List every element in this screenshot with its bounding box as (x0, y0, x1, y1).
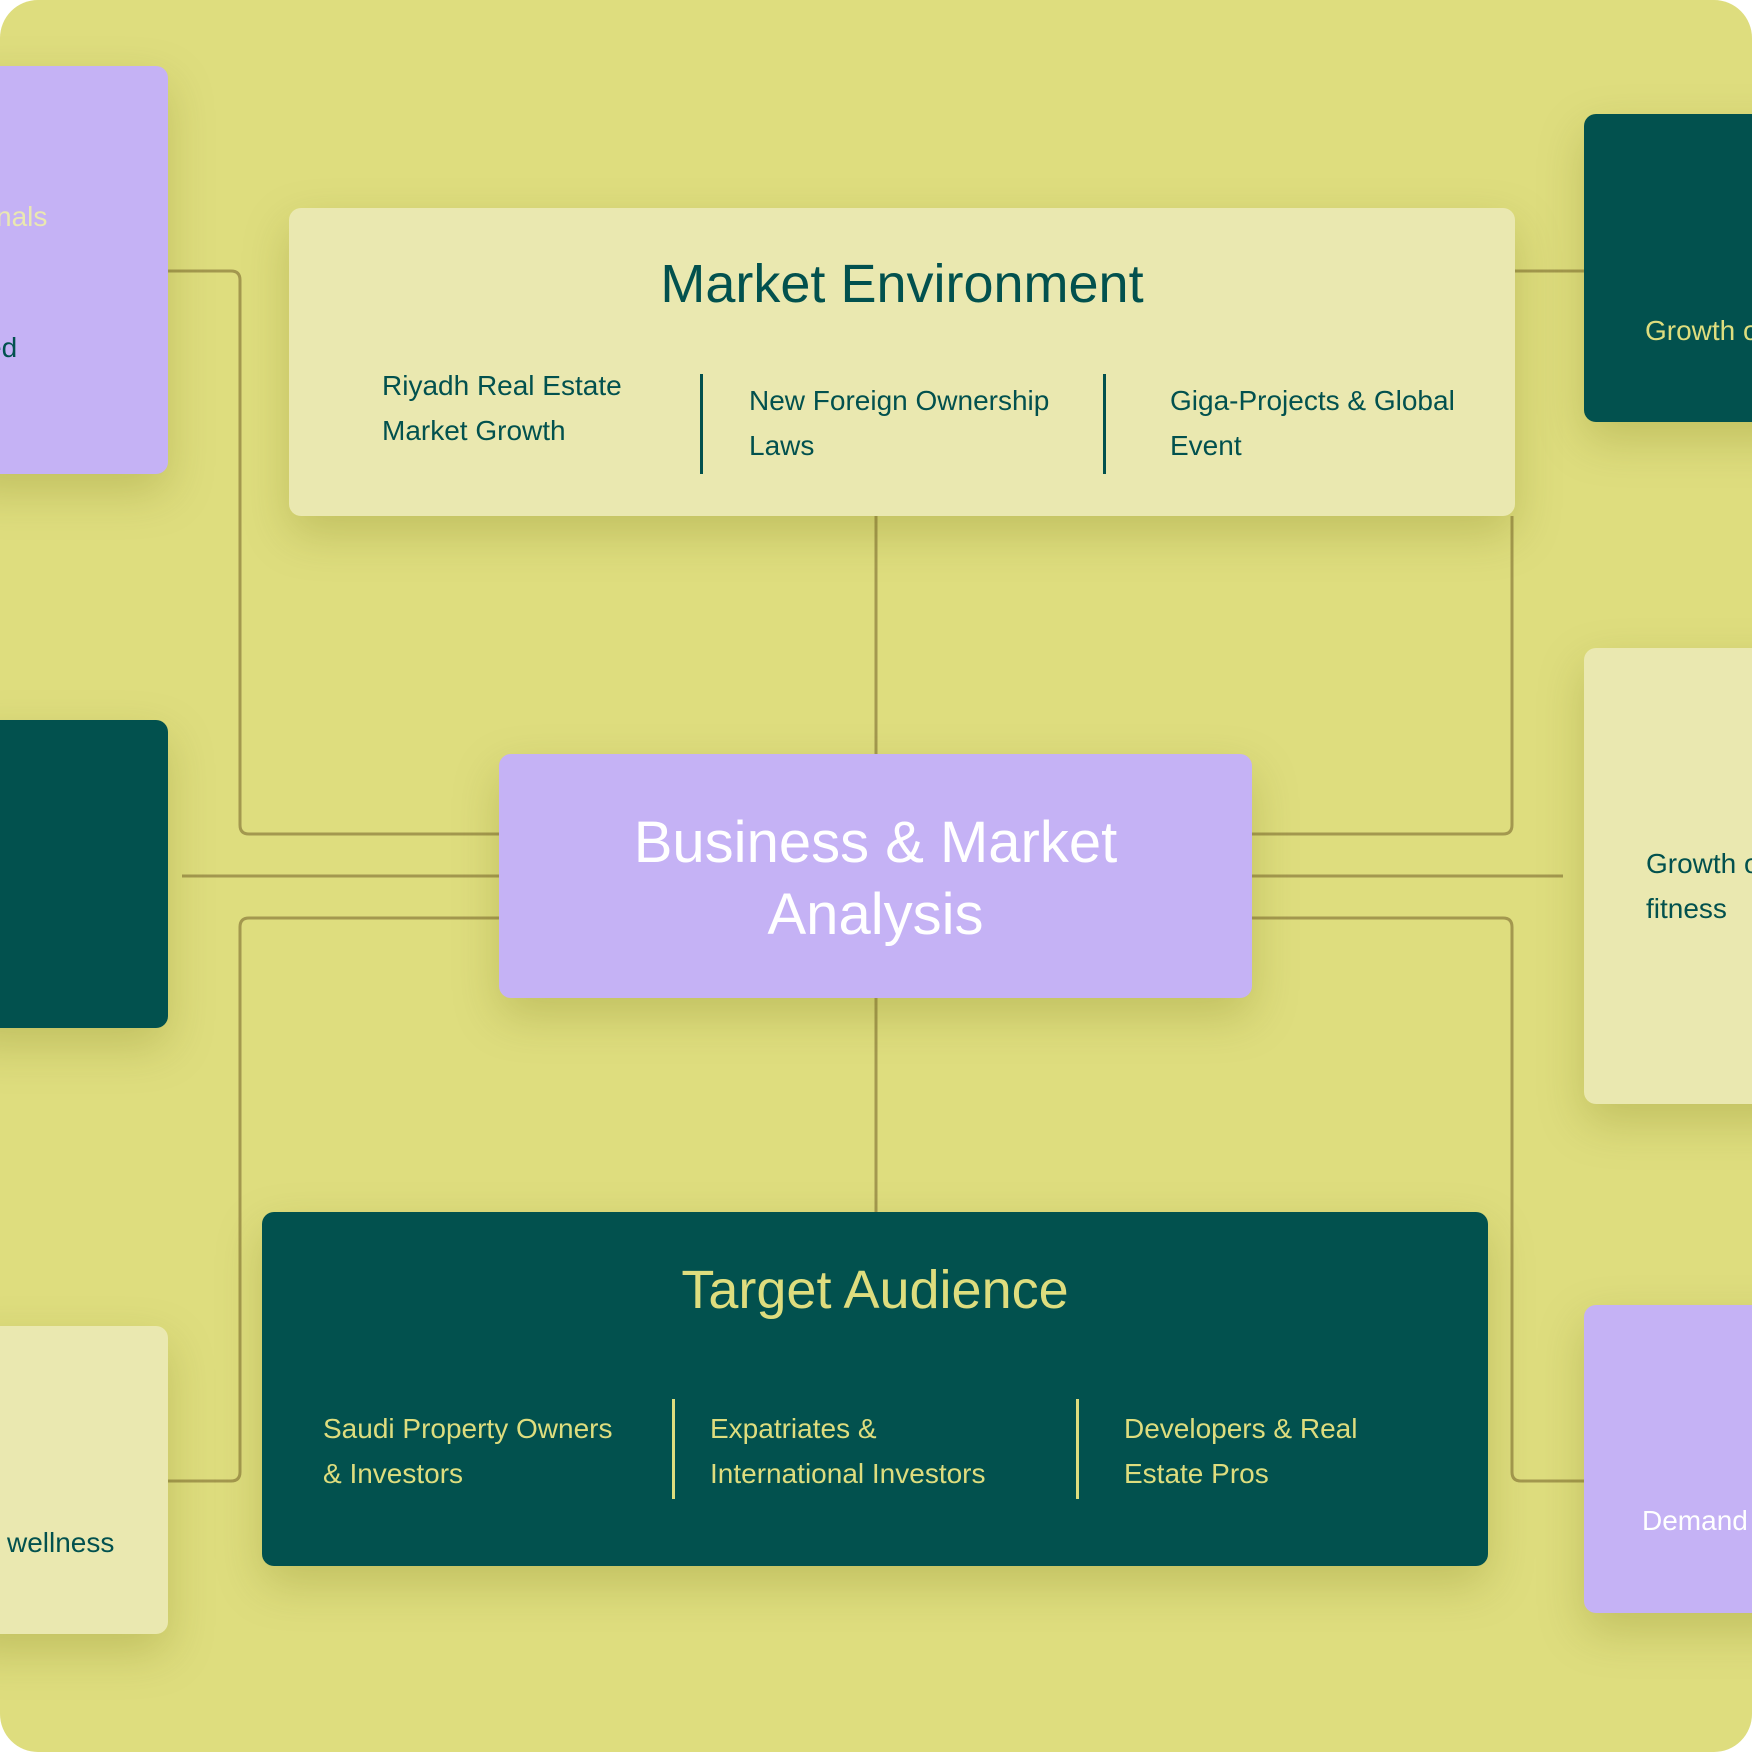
side-card-left-middle-text: nals (0, 201, 48, 232)
side-card-left-top: ed (0, 66, 168, 474)
side-card-left-middle: nals (0, 201, 168, 1028)
market-environment-divider-2 (1103, 374, 1106, 474)
market-environment-item-2: New Foreign Ownership Laws (749, 378, 1049, 468)
target-audience-item-2: Expatriates & International Investors (710, 1406, 986, 1496)
target-audience-card: Target Audience Saudi Property Owners & … (262, 1212, 1488, 1566)
connector-right-top-down (1252, 516, 1514, 836)
target-audience-item-2-line1: Expatriates & (710, 1413, 877, 1444)
target-audience-title: Target Audience (681, 1260, 1069, 1320)
side-card-right-top: Growth o (1584, 114, 1752, 422)
side-card-right-middle-line1: Growth o (1646, 848, 1752, 879)
business-market-analysis-card: Business & Market Analysis (499, 754, 1252, 998)
target-audience-item-3: Developers & Real Estate Pros (1124, 1406, 1357, 1496)
market-environment-title: Market Environment (660, 254, 1144, 314)
market-environment-item-1: Riyadh Real Estate Market Growth (382, 363, 622, 453)
side-card-right-middle: Growth o fitness (1584, 648, 1752, 1104)
side-card-left-bottom: wellness (0, 1326, 168, 1634)
side-card-left-bottom-text: wellness (7, 1527, 115, 1558)
target-audience-divider-1 (672, 1399, 675, 1499)
center-title-line2: Analysis (767, 882, 984, 947)
target-audience-item-3-line1: Developers & Real (1124, 1413, 1358, 1444)
market-environment-item-3-line2: Event (1170, 430, 1242, 461)
target-audience-item-1: Saudi Property Owners & Investors (323, 1406, 612, 1496)
target-audience-item-1-line1: Saudi Property Owners (323, 1413, 613, 1444)
market-environment-item-2-line1: New Foreign Ownership (749, 385, 1050, 416)
center-title-line1: Business & Market (633, 810, 1118, 875)
side-card-right-bottom: Demand (1584, 1305, 1752, 1613)
market-environment-divider-1 (700, 374, 703, 474)
side-card-right-bottom-text: Demand (1642, 1505, 1748, 1536)
market-environment-item-3-line1: Giga-Projects & Global (1170, 385, 1455, 416)
diagram-canvas: ed nals wellness Growth o Growth o fitne… (0, 0, 1752, 1752)
market-environment-item-1-line2: Market Growth (382, 415, 566, 446)
market-environment-card: Market Environment Riyadh Real Estate Ma… (289, 208, 1515, 516)
target-audience-item-3-line2: Estate Pros (1124, 1458, 1269, 1489)
target-audience-divider-2 (1076, 1399, 1079, 1499)
side-card-left-top-text: ed (0, 332, 18, 363)
market-environment-item-3: Giga-Projects & Global Event (1170, 378, 1455, 468)
side-card-right-middle-line2: fitness (1646, 893, 1727, 924)
target-audience-item-1-line2: & Investors (323, 1458, 464, 1489)
side-card-right-top-text: Growth o (1645, 315, 1752, 346)
market-environment-item-1-line1: Riyadh Real Estate (382, 370, 622, 401)
market-environment-item-2-line2: Laws (749, 430, 815, 461)
target-audience-item-2-line2: International Investors (710, 1458, 986, 1489)
